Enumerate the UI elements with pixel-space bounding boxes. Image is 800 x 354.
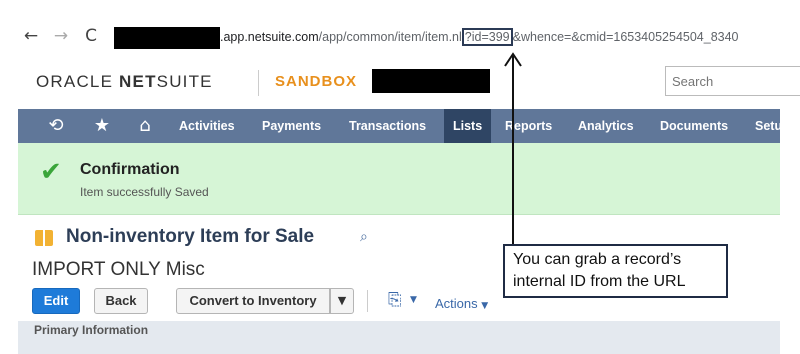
annotation-arrow <box>504 52 522 244</box>
annotation-callout: You can grab a record’s internal ID from… <box>503 244 728 298</box>
annotation-line-1: You can grab a record’s <box>513 251 682 268</box>
annotation-line-2: internal ID from the URL <box>513 273 686 290</box>
